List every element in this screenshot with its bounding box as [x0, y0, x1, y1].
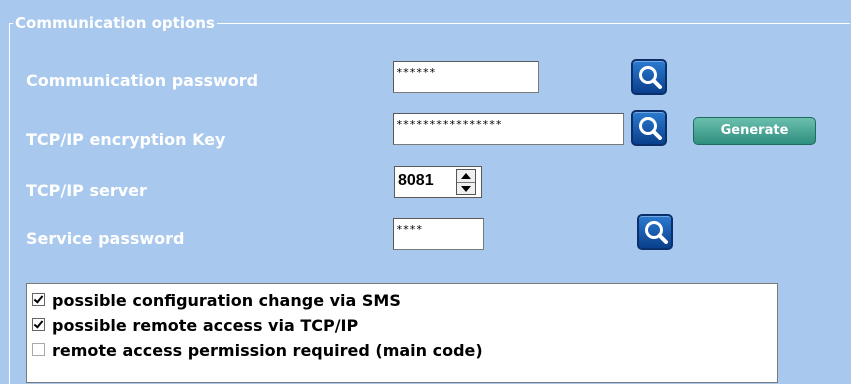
generate-button[interactable]: Generate — [693, 117, 816, 145]
search-icon — [645, 221, 668, 244]
spinner-arrows — [456, 169, 476, 195]
show-communication-password-button[interactable] — [631, 59, 667, 95]
tcp-encryption-key-field[interactable]: **************** — [393, 113, 624, 145]
tcp-server-port-value[interactable]: 8081 — [398, 172, 434, 190]
option-label: remote access permission required (main … — [52, 341, 483, 360]
option-sms-config[interactable]: possible configuration change via SMS — [32, 290, 401, 312]
communication-password-field[interactable]: ****** — [393, 61, 539, 93]
service-password-label: Service password — [26, 229, 185, 248]
option-remote-tcp[interactable]: possible remote access via TCP/IP — [32, 315, 358, 337]
tcp-encryption-key-label: TCP/IP encryption Key — [26, 130, 226, 149]
spinner-down-button[interactable] — [457, 183, 475, 195]
tcp-server-label: TCP/IP server — [26, 181, 147, 200]
section-title: Communication options — [13, 13, 217, 33]
communication-password-label: Communication password — [26, 71, 259, 90]
spinner-up-button[interactable] — [457, 170, 475, 183]
arrow-up-icon — [461, 173, 471, 179]
tcp-server-port-spinner[interactable]: 8081 — [394, 166, 482, 198]
show-tcp-key-button[interactable] — [631, 110, 667, 146]
checkbox-checked-icon[interactable] — [32, 293, 45, 306]
checkbox-unchecked-icon[interactable] — [32, 343, 45, 356]
checkbox-checked-icon[interactable] — [32, 318, 45, 331]
option-label: possible configuration change via SMS — [52, 291, 401, 310]
option-label: possible remote access via TCP/IP — [52, 316, 359, 335]
option-remote-permission[interactable]: remote access permission required (main … — [32, 340, 483, 362]
search-icon — [639, 117, 662, 140]
search-icon — [639, 66, 662, 89]
show-service-password-button[interactable] — [637, 214, 673, 250]
service-password-field[interactable]: **** — [393, 218, 484, 250]
arrow-down-icon — [461, 186, 471, 192]
options-list: possible configuration change via SMS po… — [26, 283, 778, 383]
